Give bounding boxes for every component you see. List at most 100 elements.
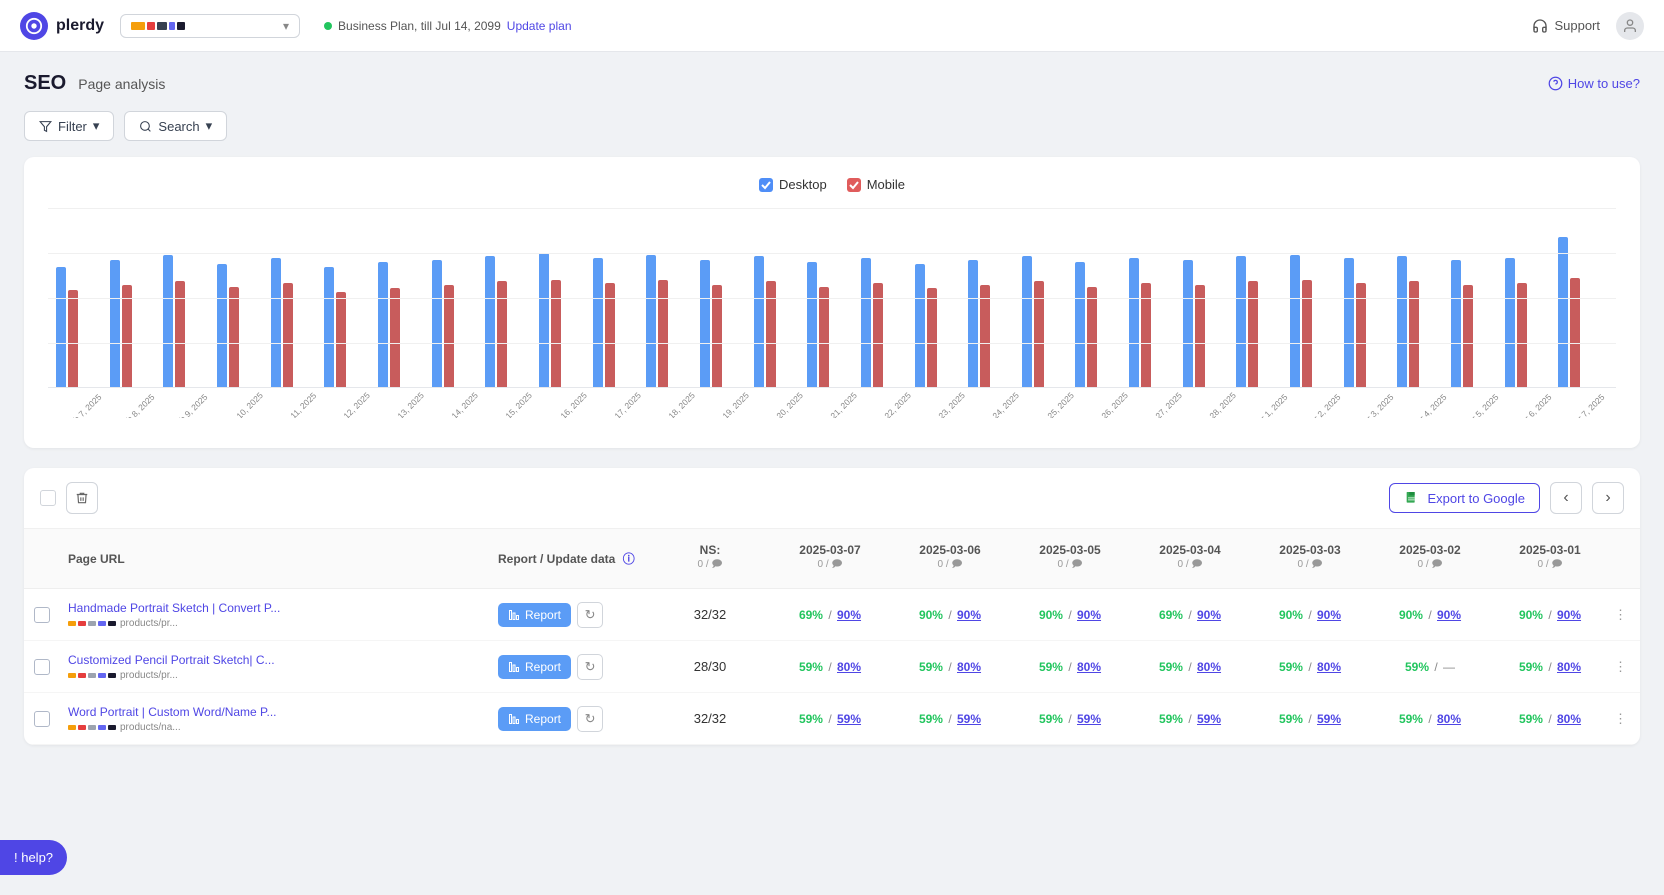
- score-green[interactable]: 59%: [1039, 660, 1063, 674]
- score-divider: /: [1545, 712, 1555, 726]
- search-button[interactable]: Search ▾: [124, 111, 227, 141]
- how-to-use-link[interactable]: How to use?: [1548, 76, 1640, 91]
- score-green[interactable]: 59%: [1399, 712, 1423, 726]
- score-green[interactable]: 59%: [919, 660, 943, 674]
- score-blue[interactable]: 90%: [957, 608, 981, 622]
- score-green[interactable]: 59%: [1519, 660, 1543, 674]
- score-divider: /: [1545, 660, 1555, 674]
- bar-desktop: [217, 264, 227, 388]
- score-green[interactable]: 59%: [1039, 712, 1063, 726]
- filter-button[interactable]: Filter ▾: [24, 111, 114, 141]
- chart-x-label: Feb 26, 2025: [1087, 392, 1130, 418]
- delete-button[interactable]: [66, 482, 98, 514]
- update-plan-link[interactable]: Update plan: [507, 19, 572, 33]
- user-icon[interactable]: [1616, 12, 1644, 40]
- score-green[interactable]: 90%: [1399, 608, 1423, 622]
- site-selector[interactable]: ▾: [120, 14, 300, 38]
- score-blue[interactable]: 80%: [957, 660, 981, 674]
- chart-x-label: Feb 18, 2025: [654, 392, 697, 418]
- more-icon[interactable]: ⋮: [1614, 607, 1627, 622]
- score-green[interactable]: 90%: [919, 608, 943, 622]
- bar-mobile: [229, 287, 239, 388]
- score-green[interactable]: 59%: [799, 712, 823, 726]
- refresh-button[interactable]: ↻: [577, 706, 603, 732]
- score-blue[interactable]: 80%: [1077, 660, 1101, 674]
- score-blue[interactable]: 90%: [1437, 608, 1461, 622]
- score-green[interactable]: 90%: [1279, 608, 1303, 622]
- bar-group: [539, 253, 589, 388]
- score-blue[interactable]: 80%: [1437, 712, 1461, 726]
- select-all-checkbox[interactable]: [40, 490, 56, 506]
- header-date-3: 2025-03-04 0 / 🗩: [1130, 537, 1250, 580]
- score-green[interactable]: 59%: [1519, 712, 1543, 726]
- score-green[interactable]: 90%: [1519, 608, 1543, 622]
- score-blue[interactable]: 90%: [1197, 608, 1221, 622]
- score-blue[interactable]: 59%: [837, 712, 861, 726]
- url-path: products/pr...: [120, 618, 178, 629]
- header: plerdy ▾ Business Plan, till Jul 14, 209…: [0, 0, 1664, 52]
- score-blue[interactable]: 80%: [1197, 660, 1221, 674]
- score-green[interactable]: 59%: [1279, 660, 1303, 674]
- score-blue[interactable]: 59%: [1317, 712, 1341, 726]
- row-checkbox-0[interactable]: [34, 607, 50, 623]
- page-url-cell: Word Portrait | Custom Word/Name P...pro…: [60, 699, 490, 739]
- bar-mobile: [658, 280, 668, 388]
- report-button[interactable]: Report: [498, 707, 571, 731]
- score-blue[interactable]: 90%: [1557, 608, 1581, 622]
- next-page-button[interactable]: ›: [1592, 482, 1624, 514]
- help-button[interactable]: ! help?: [0, 840, 67, 875]
- score-cell-0: 59% / 80%: [770, 654, 890, 680]
- bar-mobile: [390, 288, 400, 388]
- score-blue[interactable]: 59%: [957, 712, 981, 726]
- main-content: SEO Page analysis How to use? Filter ▾: [0, 52, 1664, 765]
- score-blue[interactable]: 59%: [1197, 712, 1221, 726]
- row-checkbox-1[interactable]: [34, 659, 50, 675]
- score-blue[interactable]: 80%: [1557, 660, 1581, 674]
- score-divider: /: [1065, 608, 1075, 622]
- score-green[interactable]: 59%: [1159, 712, 1183, 726]
- chart-x-label: Feb 11, 2025: [276, 392, 318, 418]
- bar-group: [1558, 237, 1608, 388]
- score-blue[interactable]: 90%: [1317, 608, 1341, 622]
- export-google-button[interactable]: Export to Google: [1389, 483, 1540, 513]
- prev-page-button[interactable]: ‹: [1550, 482, 1582, 514]
- score-green[interactable]: 59%: [1279, 712, 1303, 726]
- score-blue[interactable]: 59%: [1077, 712, 1101, 726]
- row-checkbox-2[interactable]: [34, 711, 50, 727]
- bar-group: [271, 258, 321, 388]
- support-button[interactable]: Support: [1532, 18, 1600, 34]
- score-green[interactable]: 90%: [1039, 608, 1063, 622]
- score-blue[interactable]: 90%: [837, 608, 861, 622]
- more-icon[interactable]: ⋮: [1614, 711, 1627, 726]
- score-cell-0: 69% / 90%: [770, 602, 890, 628]
- score-green[interactable]: 69%: [799, 608, 823, 622]
- desktop-legend-checkbox[interactable]: [759, 178, 773, 192]
- score-blue[interactable]: 80%: [1317, 660, 1341, 674]
- header-date-5: 2025-03-02 0 / 🗩: [1370, 537, 1490, 580]
- chart-x-label: Feb 17, 2025: [600, 392, 643, 418]
- info-icon[interactable]: ⓘ: [623, 552, 635, 566]
- page-url-link[interactable]: Handmade Portrait Sketch | Convert P...: [68, 601, 348, 615]
- score-divider: /: [1305, 608, 1315, 622]
- report-button[interactable]: Report: [498, 655, 571, 679]
- score-green[interactable]: 69%: [1159, 608, 1183, 622]
- score-green[interactable]: 59%: [799, 660, 823, 674]
- report-button[interactable]: Report: [498, 603, 571, 627]
- more-icon[interactable]: ⋮: [1614, 659, 1627, 674]
- bar-group: [485, 256, 535, 388]
- score-green[interactable]: 59%: [1159, 660, 1183, 674]
- score-blue[interactable]: 90%: [1077, 608, 1101, 622]
- refresh-button[interactable]: ↻: [577, 654, 603, 680]
- page-url-link[interactable]: Customized Pencil Portrait Sketch| C...: [68, 653, 348, 667]
- page-url-link[interactable]: Word Portrait | Custom Word/Name P...: [68, 705, 348, 719]
- refresh-button[interactable]: ↻: [577, 602, 603, 628]
- score-blue[interactable]: 80%: [837, 660, 861, 674]
- bar-desktop: [754, 256, 764, 388]
- score-blue[interactable]: 80%: [1557, 712, 1581, 726]
- mobile-legend-checkbox[interactable]: [847, 178, 861, 192]
- page-url-cell: Handmade Portrait Sketch | Convert P... p…: [60, 595, 490, 635]
- bar-group: [217, 264, 267, 388]
- score-green[interactable]: 59%: [1405, 660, 1429, 674]
- header-report-update: Report / Update data ⓘ: [490, 544, 650, 573]
- score-green[interactable]: 59%: [919, 712, 943, 726]
